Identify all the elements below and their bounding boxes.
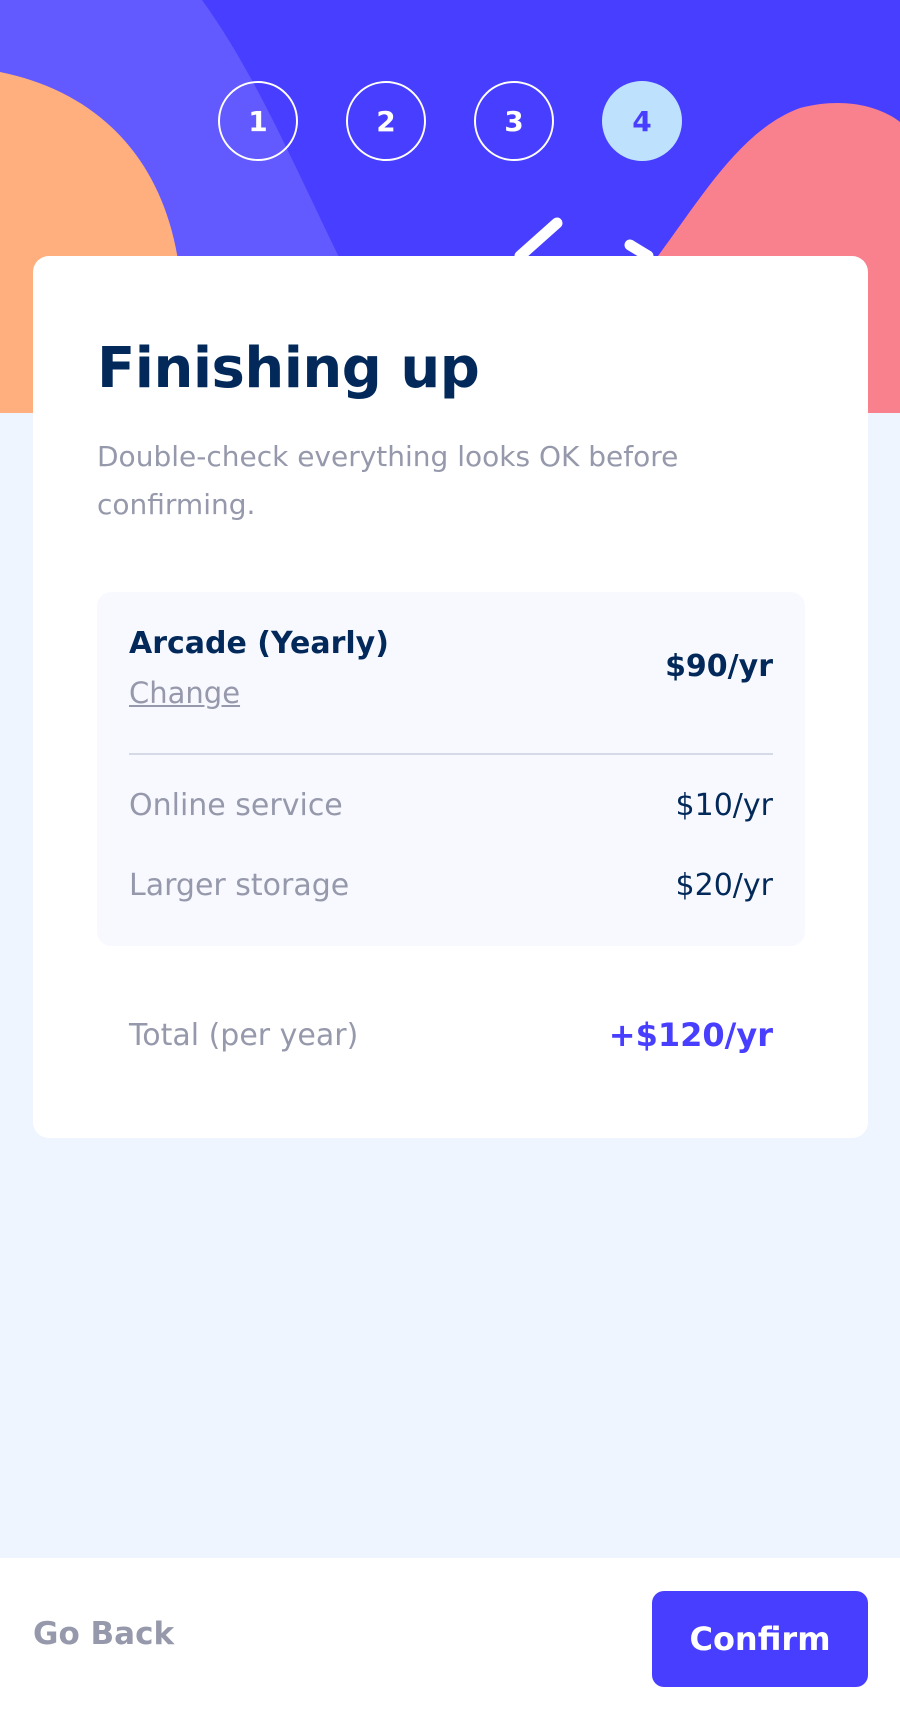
divider (129, 753, 773, 755)
addon-price: $10/yr (675, 788, 773, 823)
plan-price: $90/yr (665, 649, 773, 684)
total-row: Total (per year) +$120/yr (129, 1016, 773, 1060)
go-back-button[interactable]: Go Back (33, 1616, 174, 1652)
addon-row-larger-storage: Larger storage $20/yr (129, 868, 773, 908)
total-label: Total (per year) (129, 1018, 359, 1053)
addon-row-online-service: Online service $10/yr (129, 788, 773, 828)
step-indicator: 1 2 3 4 (0, 81, 900, 161)
footer-bar: Go Back Confirm (0, 1558, 900, 1718)
summary-card: Finishing up Double-check everything loo… (33, 256, 868, 1138)
confirm-button[interactable]: Confirm (652, 1591, 868, 1687)
page-title: Finishing up (97, 336, 480, 401)
step-2[interactable]: 2 (346, 81, 426, 161)
step-4-active[interactable]: 4 (602, 81, 682, 161)
step-3[interactable]: 3 (474, 81, 554, 161)
change-plan-link[interactable]: Change (129, 676, 240, 710)
addon-label: Larger storage (129, 868, 350, 903)
plan-name: Arcade (Yearly) (129, 626, 389, 661)
page-subtitle: Double-check everything looks OK before … (97, 440, 679, 521)
total-price: +$120/yr (608, 1016, 773, 1054)
step-1[interactable]: 1 (218, 81, 298, 161)
order-summary: Arcade (Yearly) Change $90/yr Online ser… (97, 592, 805, 946)
addon-price: $20/yr (675, 868, 773, 903)
addon-label: Online service (129, 788, 343, 823)
